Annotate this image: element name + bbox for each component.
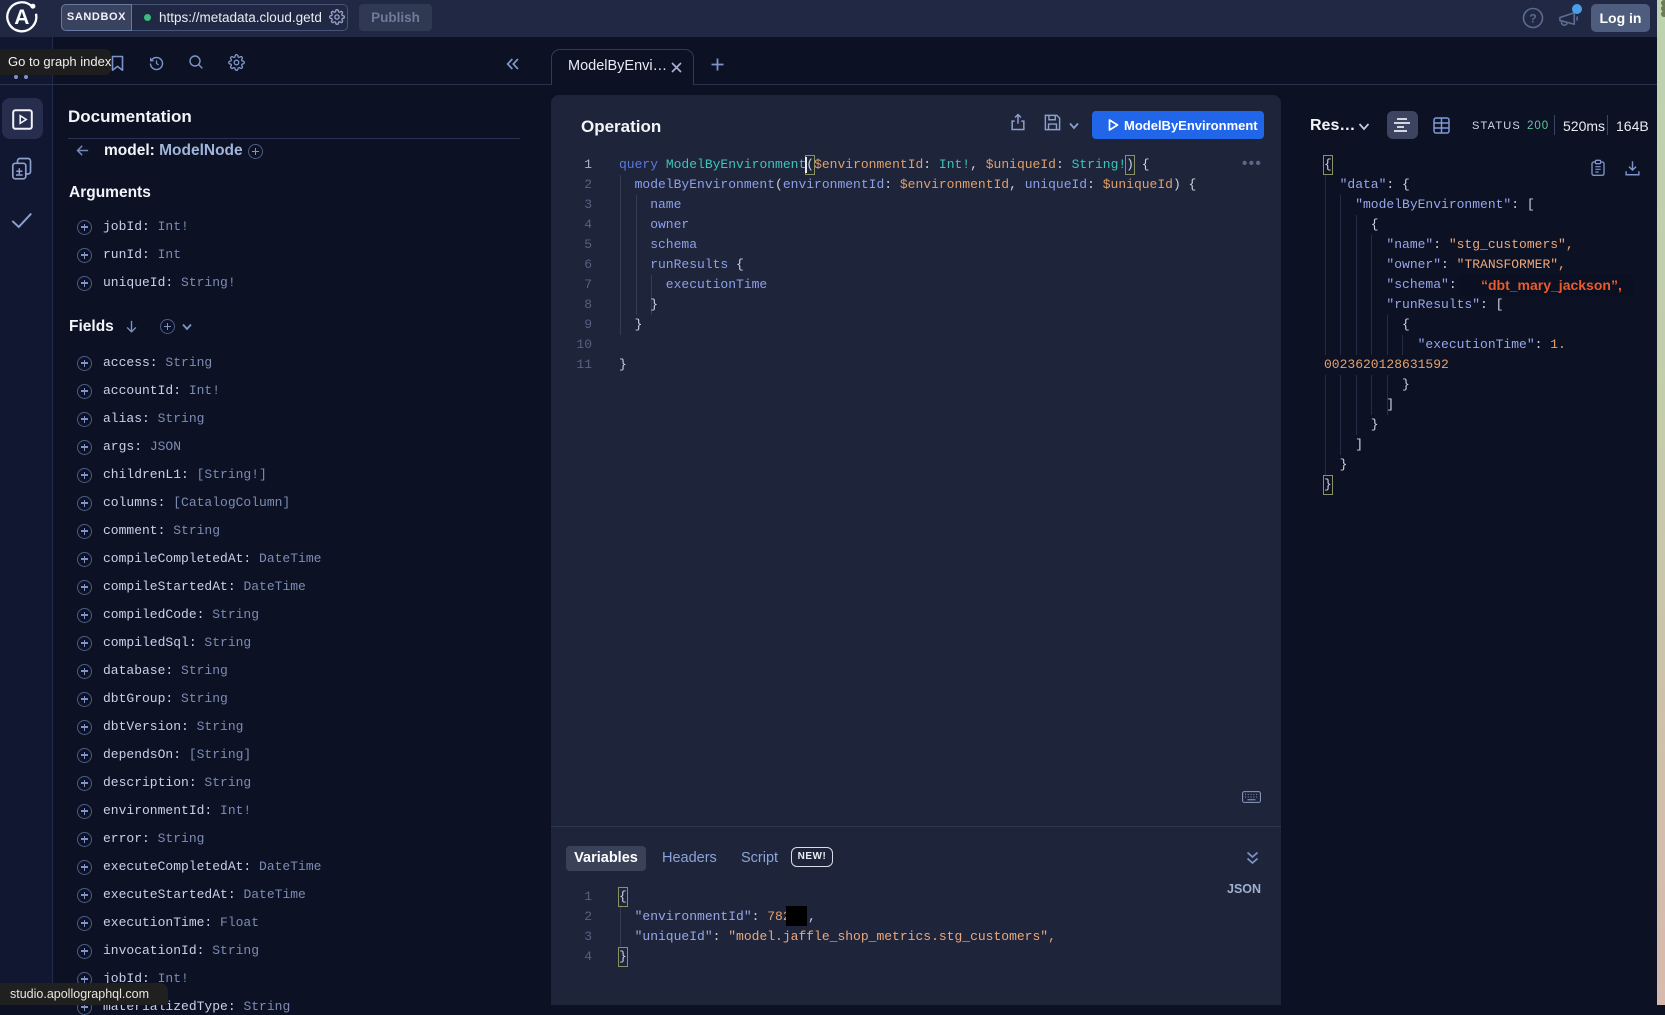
svg-text:A: A: [14, 6, 29, 29]
svg-text:?: ?: [1529, 11, 1536, 25]
